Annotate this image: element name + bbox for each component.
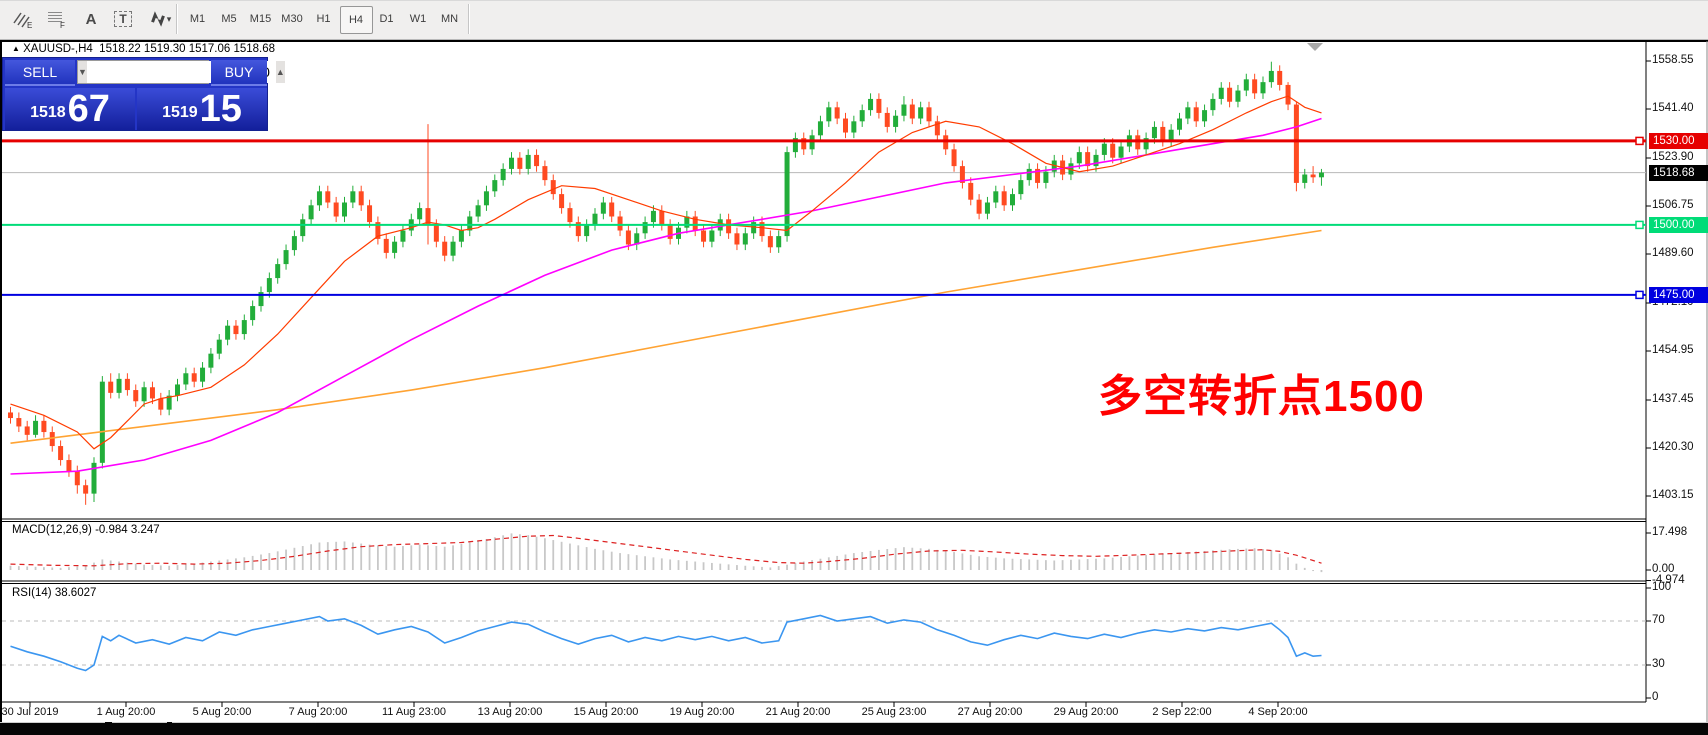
rsi-label: RSI(14) 38.6027 bbox=[12, 587, 96, 599]
time-axis-label: 27 Aug 20:00 bbox=[958, 706, 1023, 718]
chart-shift-marker-icon[interactable] bbox=[1307, 43, 1323, 51]
one-click-trading-panel: SELL ▼ ▲ BUY 1518 67 1519 15 bbox=[2, 57, 268, 131]
chart-text-annotation: 多空转折点1500 bbox=[1098, 360, 1425, 424]
time-axis-label: 13 Aug 20:00 bbox=[478, 706, 543, 718]
rsi-axis-tick: 70 bbox=[1652, 614, 1665, 626]
price-axis-tick: 1420.30 bbox=[1652, 441, 1694, 453]
time-axis-label: 7 Aug 20:00 bbox=[289, 706, 348, 718]
price-axis-tick: 1558.55 bbox=[1652, 54, 1694, 66]
macd-label: MACD(12,26,9) -0.984 3.247 bbox=[12, 524, 160, 536]
rsi-line bbox=[11, 616, 1322, 671]
volume-increase-button[interactable]: ▲ bbox=[276, 61, 285, 83]
buy-button[interactable]: BUY bbox=[211, 60, 267, 86]
symbol-triangle-icon: ▲ bbox=[12, 44, 20, 53]
time-axis-label: 15 Aug 20:00 bbox=[574, 706, 639, 718]
volume-decrease-button[interactable]: ▼ bbox=[78, 61, 87, 83]
time-axis-label: 11 Aug 23:00 bbox=[382, 706, 446, 718]
time-axis-label: 5 Aug 20:00 bbox=[193, 706, 252, 718]
price-axis-tick: 1454.95 bbox=[1652, 344, 1694, 356]
macd-axis-tick: 17.498 bbox=[1652, 526, 1687, 538]
volume-stepper: ▼ ▲ bbox=[77, 60, 209, 84]
rsi-levels bbox=[2, 621, 1646, 665]
hline-1475.00[interactable] bbox=[2, 291, 1646, 298]
time-axis-label: 19 Aug 20:00 bbox=[670, 706, 735, 718]
sell-button[interactable]: SELL bbox=[5, 60, 75, 86]
chart-ohlc-header: ▲ XAUUSD-,H4 1518.22 1519.30 1517.06 151… bbox=[12, 43, 275, 55]
price-axis-tick: 1506.75 bbox=[1652, 199, 1694, 211]
hline-price-badge: 1530.00 bbox=[1649, 133, 1708, 149]
current-price-badge: 1518.68 bbox=[1649, 165, 1708, 181]
rsi-axis-tick: 100 bbox=[1652, 581, 1671, 593]
sell-price-quote[interactable]: 1518 67 bbox=[5, 88, 135, 130]
macd-signal-line bbox=[11, 536, 1322, 566]
ohlc-values: 1518.22 1519.30 1517.06 1518.68 bbox=[99, 43, 275, 55]
sell-price-big: 67 bbox=[68, 90, 110, 128]
time-axis-label: 4 Sep 20:00 bbox=[1248, 706, 1307, 718]
buy-price-quote[interactable]: 1519 15 bbox=[137, 88, 267, 130]
bottom-edge-segment bbox=[112, 722, 167, 726]
bottom-edge-segment bbox=[0, 722, 105, 726]
hline-1530.00[interactable] bbox=[2, 137, 1646, 144]
symbol-name: XAUUSD-,H4 bbox=[23, 43, 93, 55]
price-axis-tick: 1523.90 bbox=[1652, 151, 1694, 163]
time-axis-label: 2 Sep 22:00 bbox=[1152, 706, 1211, 718]
mt4-window: E F A T ▾ M1M5M15M30H1H4D1W1MN bbox=[0, 0, 1708, 735]
hline-price-badge: 1500.00 bbox=[1649, 217, 1708, 233]
macd-histogram bbox=[11, 533, 1322, 572]
time-axis-label: 29 Aug 20:00 bbox=[1054, 706, 1119, 718]
hline-1500.00[interactable] bbox=[2, 221, 1646, 228]
buy-price-small: 1519 bbox=[162, 98, 198, 128]
time-axis-label: 21 Aug 20:00 bbox=[766, 706, 831, 718]
price-axis-tick: 1437.45 bbox=[1652, 393, 1694, 405]
time-axis-label: 25 Aug 23:00 bbox=[862, 706, 927, 718]
price-axis-tick: 1541.40 bbox=[1652, 102, 1694, 114]
time-axis-label: 1 Aug 20:00 bbox=[97, 706, 156, 718]
buy-price-big: 15 bbox=[200, 90, 242, 128]
panel-borders bbox=[0, 41, 1707, 722]
sell-price-small: 1518 bbox=[30, 98, 66, 128]
rsi-axis-tick: 0 bbox=[1652, 691, 1658, 703]
price-axis-tick: 1489.60 bbox=[1652, 247, 1694, 259]
bottom-edge-segment bbox=[172, 722, 1708, 726]
bottom-window-edge bbox=[0, 722, 1708, 735]
rsi-axis-tick: 30 bbox=[1652, 658, 1665, 670]
price-axis-tick: 1403.15 bbox=[1652, 489, 1694, 501]
hline-price-badge: 1475.00 bbox=[1649, 287, 1708, 303]
time-axis-label: 30 Jul 2019 bbox=[2, 706, 59, 718]
